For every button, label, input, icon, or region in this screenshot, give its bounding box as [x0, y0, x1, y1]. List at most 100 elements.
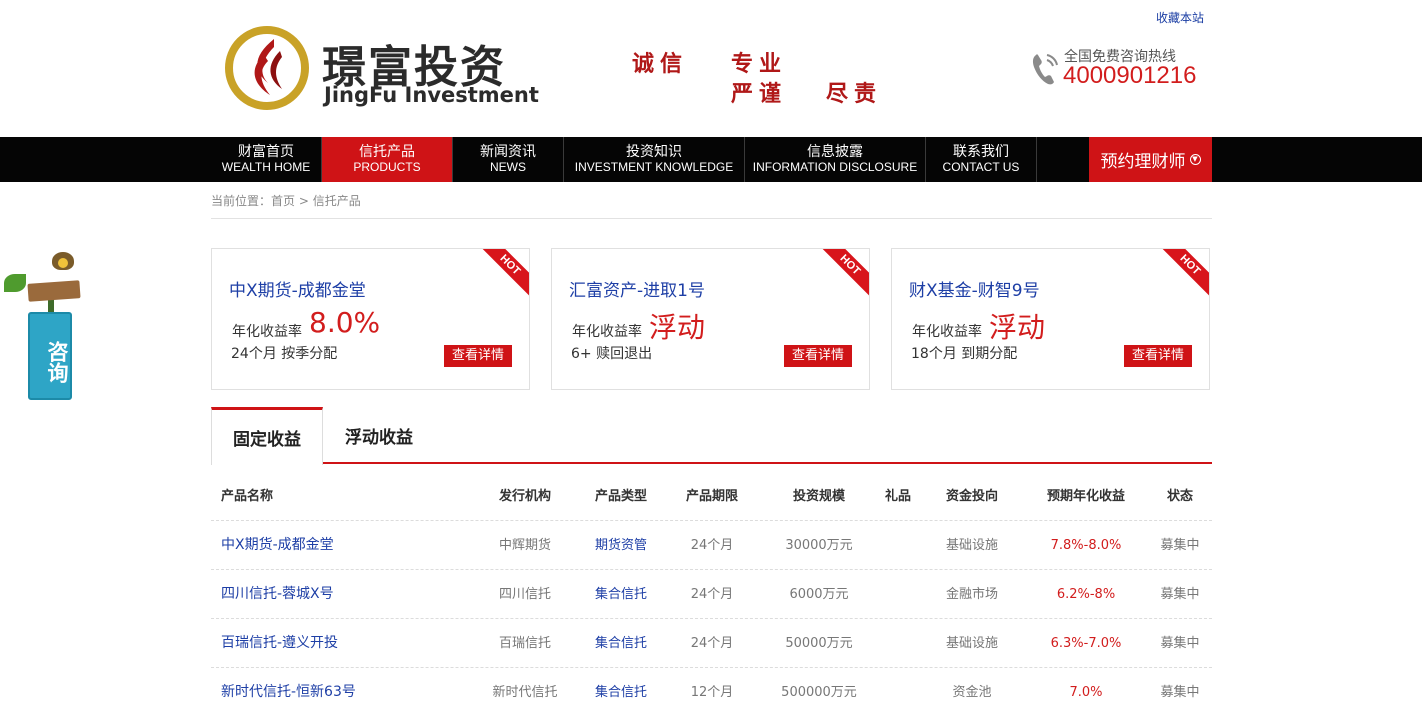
- col-header-issuer: 发行机构: [498, 489, 551, 504]
- view-details-button[interactable]: 查看详情: [784, 345, 852, 367]
- nav-information-disclosure[interactable]: 信息披露 INFORMATION DISCLOSURE: [745, 137, 926, 182]
- slogan-professional: 专业: [731, 51, 788, 77]
- term-cell: 12个月: [690, 685, 734, 700]
- product-card: HOT 中X期货-成都金堂 年化收益率 8.0% 24个月 按季分配 查看详情: [211, 248, 530, 390]
- product-type-link[interactable]: 集合信托: [582, 619, 660, 668]
- breadcrumb: 当前位置：首页 > 信托产品: [211, 192, 361, 209]
- status-cell: 募集中: [1160, 685, 1200, 700]
- col-header-investment-target: 资金投向: [945, 489, 998, 504]
- col-header-expected-yield: 预期年化收益: [1046, 489, 1125, 504]
- yield-tabs: 固定收益 浮动收益: [211, 407, 1212, 465]
- breadcrumb-separator: >: [295, 194, 313, 208]
- hot-badge: HOT: [1155, 249, 1209, 300]
- nav-label-en: WEALTH HOME: [221, 160, 311, 174]
- expected-yield-cell: 7.0%: [1069, 685, 1103, 700]
- hotline-number[interactable]: 4000901216: [1063, 62, 1196, 90]
- nav-investment-knowledge[interactable]: 投资知识 INVESTMENT KNOWLEDGE: [564, 137, 745, 182]
- product-type-link[interactable]: 集合信托: [582, 570, 660, 619]
- breadcrumb-current[interactable]: 信托产品: [313, 194, 361, 208]
- nav-label-cn: 联系我们: [953, 144, 1009, 160]
- scale-cell: 6000万元: [789, 587, 849, 602]
- product-card-meta: 24个月 按季分配: [231, 346, 338, 362]
- slogan-responsible: 尽责: [826, 81, 883, 107]
- logo-english-text: JingFu Investment: [324, 83, 539, 107]
- scale-cell: 50000万元: [785, 636, 853, 651]
- nav-label-cn: 信托产品: [359, 144, 415, 160]
- gift-cell: [874, 570, 922, 619]
- nav-label-en: PRODUCTS: [353, 160, 421, 174]
- nav-products[interactable]: 信托产品 PRODUCTS: [322, 137, 453, 182]
- rate-value: 8.0%: [309, 306, 381, 339]
- issuer-cell: 百瑞信托: [498, 636, 551, 651]
- product-type-link[interactable]: 集合信托: [582, 668, 660, 717]
- product-card-title[interactable]: 汇富资产-进取1号: [569, 276, 705, 301]
- breadcrumb-home-link[interactable]: 首页: [271, 194, 295, 208]
- bird-belly-decoration: [58, 258, 68, 268]
- nav-contact-us[interactable]: 联系我们 CONTACT US: [926, 137, 1037, 182]
- scale-cell: 30000万元: [785, 538, 853, 553]
- book-advisor-label: 预约理财师: [1100, 152, 1186, 172]
- slogan-rigorous: 严谨: [731, 81, 788, 107]
- view-details-button[interactable]: 查看详情: [444, 345, 512, 367]
- phone-icon: [1032, 54, 1058, 85]
- nav-label-cn: 信息披露: [807, 144, 863, 160]
- col-header-term: 产品期限: [685, 489, 738, 504]
- product-name-link[interactable]: 新时代信托-恒新63号: [221, 668, 356, 717]
- table-row: 四川信托-蓉城X号 四川信托 集合信托 24个月 6000万元 金融市场 6.2…: [211, 570, 1212, 619]
- leaves-decoration: [4, 274, 26, 292]
- investment-target-cell: 金融市场: [945, 587, 998, 602]
- nav-label-cn: 新闻资讯: [480, 144, 536, 160]
- product-table: 产品名称 发行机构 产品类型 产品期限 投资规模 礼品 资金投向 预期年化收益 …: [211, 472, 1212, 717]
- consult-float-widget[interactable]: 咨询: [4, 250, 84, 400]
- table-row: 中X期货-成都金堂 中辉期货 期货资管 24个月 30000万元 基础设施 7.…: [211, 521, 1212, 570]
- bookmark-link[interactable]: 收藏本站: [1156, 9, 1204, 26]
- nav-label-en: INVESTMENT KNOWLEDGE: [574, 160, 734, 174]
- book-advisor-button[interactable]: 预约理财师 ▼: [1089, 137, 1212, 182]
- product-name-link[interactable]: 中X期货-成都金堂: [221, 521, 334, 570]
- product-name-link[interactable]: 四川信托-蓉城X号: [221, 570, 334, 619]
- expected-yield-cell: 6.3%-7.0%: [1050, 636, 1122, 651]
- logo-emblem-icon: [225, 26, 309, 110]
- tab-floating-income[interactable]: 浮动收益: [331, 407, 427, 464]
- col-header-type: 产品类型: [594, 489, 647, 504]
- nav-wealth-home[interactable]: 财富首页 WEALTH HOME: [211, 137, 322, 182]
- scale-cell: 500000万元: [781, 685, 857, 700]
- nav-label-en: INFORMATION DISCLOSURE: [752, 160, 918, 174]
- col-header-status: 状态: [1166, 489, 1193, 504]
- issuer-cell: 四川信托: [498, 587, 551, 602]
- product-card-title[interactable]: 中X期货-成都金堂: [229, 276, 366, 301]
- status-cell: 募集中: [1160, 587, 1200, 602]
- hot-badge: HOT: [815, 249, 869, 300]
- product-type-link[interactable]: 期货资管: [582, 521, 660, 570]
- nav-label-cn: 财富首页: [238, 144, 294, 160]
- expected-yield-cell: 7.8%-8.0%: [1050, 538, 1122, 553]
- site-logo[interactable]: 璟富投资 JingFu Investment: [224, 25, 554, 113]
- gift-cell: [874, 668, 922, 717]
- col-header-scale: 投资规模: [792, 489, 845, 504]
- nav-news[interactable]: 新闻资讯 NEWS: [453, 137, 564, 182]
- term-cell: 24个月: [690, 587, 734, 602]
- hotline: 全国免费咨询热线 4000901216: [1030, 46, 1210, 96]
- col-header-gift: 礼品: [884, 489, 911, 504]
- col-header-name: 产品名称: [221, 489, 274, 504]
- product-card-title[interactable]: 财X基金-财智9号: [909, 276, 1040, 301]
- expected-yield-cell: 6.2%-8%: [1056, 587, 1116, 602]
- consult-label: 咨询: [28, 312, 72, 400]
- product-card: HOT 财X基金-财智9号 年化收益率 浮动 18个月 到期分配 查看详情: [891, 248, 1210, 390]
- term-cell: 24个月: [690, 636, 734, 651]
- table-header-row: 产品名称 发行机构 产品类型 产品期限 投资规模 礼品 资金投向 预期年化收益 …: [211, 472, 1212, 521]
- slogan-integrity: 诚信: [632, 51, 689, 77]
- main-nav: 财富首页 WEALTH HOME 信托产品 PRODUCTS 新闻资讯 NEWS…: [0, 137, 1422, 182]
- investment-target-cell: 基础设施: [945, 538, 998, 553]
- product-card-meta: 6+ 赎回退出: [571, 346, 653, 362]
- product-card: HOT 汇富资产-进取1号 年化收益率 浮动 6+ 赎回退出 查看详情: [551, 248, 870, 390]
- status-cell: 募集中: [1160, 636, 1200, 651]
- nav-label-en: CONTACT US: [942, 160, 1020, 174]
- rate-label: 年化收益率: [232, 324, 302, 340]
- view-details-button[interactable]: 查看详情: [1124, 345, 1192, 367]
- breadcrumb-divider: [211, 218, 1212, 219]
- investment-target-cell: 基础设施: [945, 636, 998, 651]
- product-name-link[interactable]: 百瑞信托-遵义开投: [221, 619, 338, 668]
- tab-fixed-income[interactable]: 固定收益: [211, 407, 323, 465]
- signpost: 咨询: [27, 268, 81, 400]
